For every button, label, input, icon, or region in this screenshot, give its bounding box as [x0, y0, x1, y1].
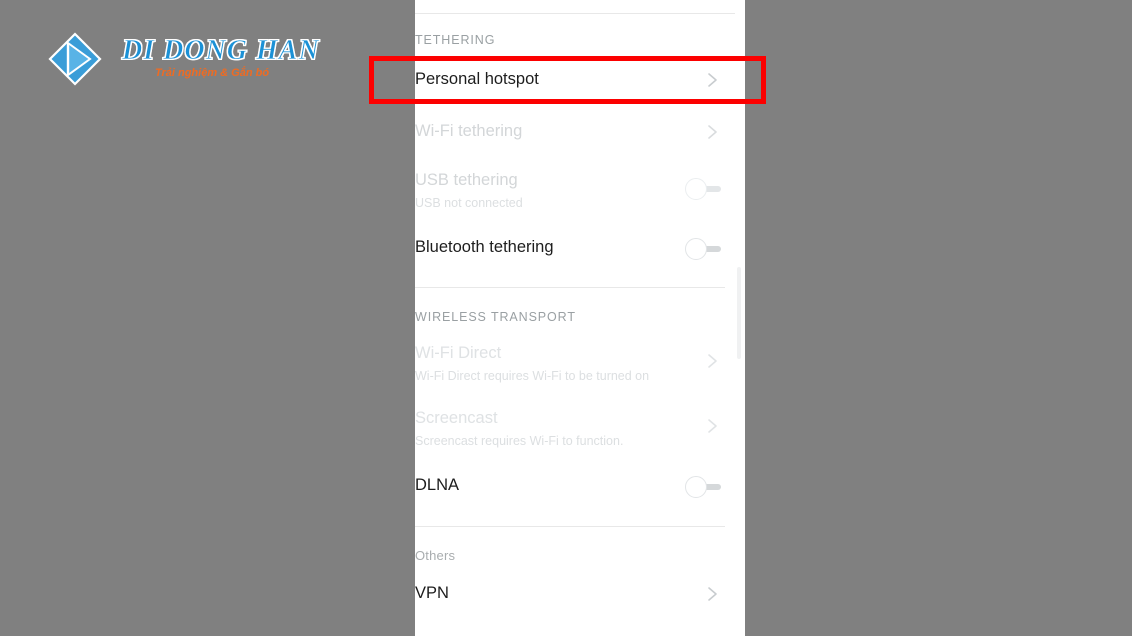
- toggle-knob: [685, 178, 707, 200]
- row-personal-hotspot[interactable]: Personal hotspot: [415, 70, 725, 90]
- row-title-personal-hotspot: Personal hotspot: [415, 70, 539, 88]
- row-subtitle-wifi-direct: Wi-Fi Direct requires Wi-Fi to be turned…: [415, 368, 650, 383]
- row-wifi-direct[interactable]: Wi-Fi Direct Wi-Fi Direct requires Wi-Fi…: [415, 344, 725, 384]
- section-header-wireless-transport: WIRELESS TRANSPORT: [415, 310, 576, 324]
- row-wifi-tethering[interactable]: Wi-Fi tethering: [415, 122, 725, 142]
- toggle-usb-tethering[interactable]: [685, 178, 721, 200]
- row-title-wifi-tethering: Wi-Fi tethering: [415, 122, 523, 140]
- row-subtitle-screencast: Screencast requires Wi-Fi to function.: [415, 433, 624, 448]
- scrollbar-thumb[interactable]: [737, 267, 741, 359]
- settings-panel: TETHERING Personal hotspot Wi-Fi tetheri…: [415, 0, 745, 636]
- chevron-right-icon: [703, 585, 721, 603]
- row-screencast[interactable]: Screencast Screencast requires Wi-Fi to …: [415, 409, 725, 449]
- row-usb-tethering[interactable]: USB tethering USB not connected: [415, 171, 725, 211]
- row-title-dlna: DLNA: [415, 476, 460, 494]
- divider-others: [415, 526, 725, 527]
- toggle-bluetooth-tethering[interactable]: [685, 238, 721, 260]
- row-title-wifi-direct: Wi-Fi Direct: [415, 344, 502, 362]
- chevron-right-icon: [703, 123, 721, 141]
- chevron-right-icon: [703, 417, 721, 435]
- row-vpn[interactable]: VPN: [415, 584, 725, 604]
- watermark-logo: DI DONG HAN Trải nghiệm & Gắn bó: [44, 28, 320, 92]
- diamond-logo-icon: [48, 32, 102, 86]
- row-title-usb-tethering: USB tethering: [415, 171, 518, 189]
- divider-wireless-transport: [415, 287, 725, 288]
- row-bluetooth-tethering[interactable]: Bluetooth tethering: [415, 238, 725, 260]
- chevron-right-icon: [703, 71, 721, 89]
- logo-title: DI DONG HAN: [122, 35, 320, 66]
- row-dlna[interactable]: DLNA: [415, 476, 725, 498]
- toggle-knob: [685, 238, 707, 260]
- logo-tagline: Trải nghiệm & Gắn bó: [154, 67, 270, 80]
- row-title-bluetooth-tethering: Bluetooth tethering: [415, 238, 554, 256]
- row-subtitle-usb-tethering: USB not connected: [415, 195, 523, 210]
- section-header-others: Others: [415, 548, 456, 563]
- toggle-knob: [685, 476, 707, 498]
- toggle-dlna[interactable]: [685, 476, 721, 498]
- divider-top: [415, 13, 735, 14]
- section-header-tethering: TETHERING: [415, 33, 496, 47]
- row-title-vpn: VPN: [415, 584, 449, 602]
- chevron-right-icon: [703, 352, 721, 370]
- row-title-screencast: Screencast: [415, 409, 498, 427]
